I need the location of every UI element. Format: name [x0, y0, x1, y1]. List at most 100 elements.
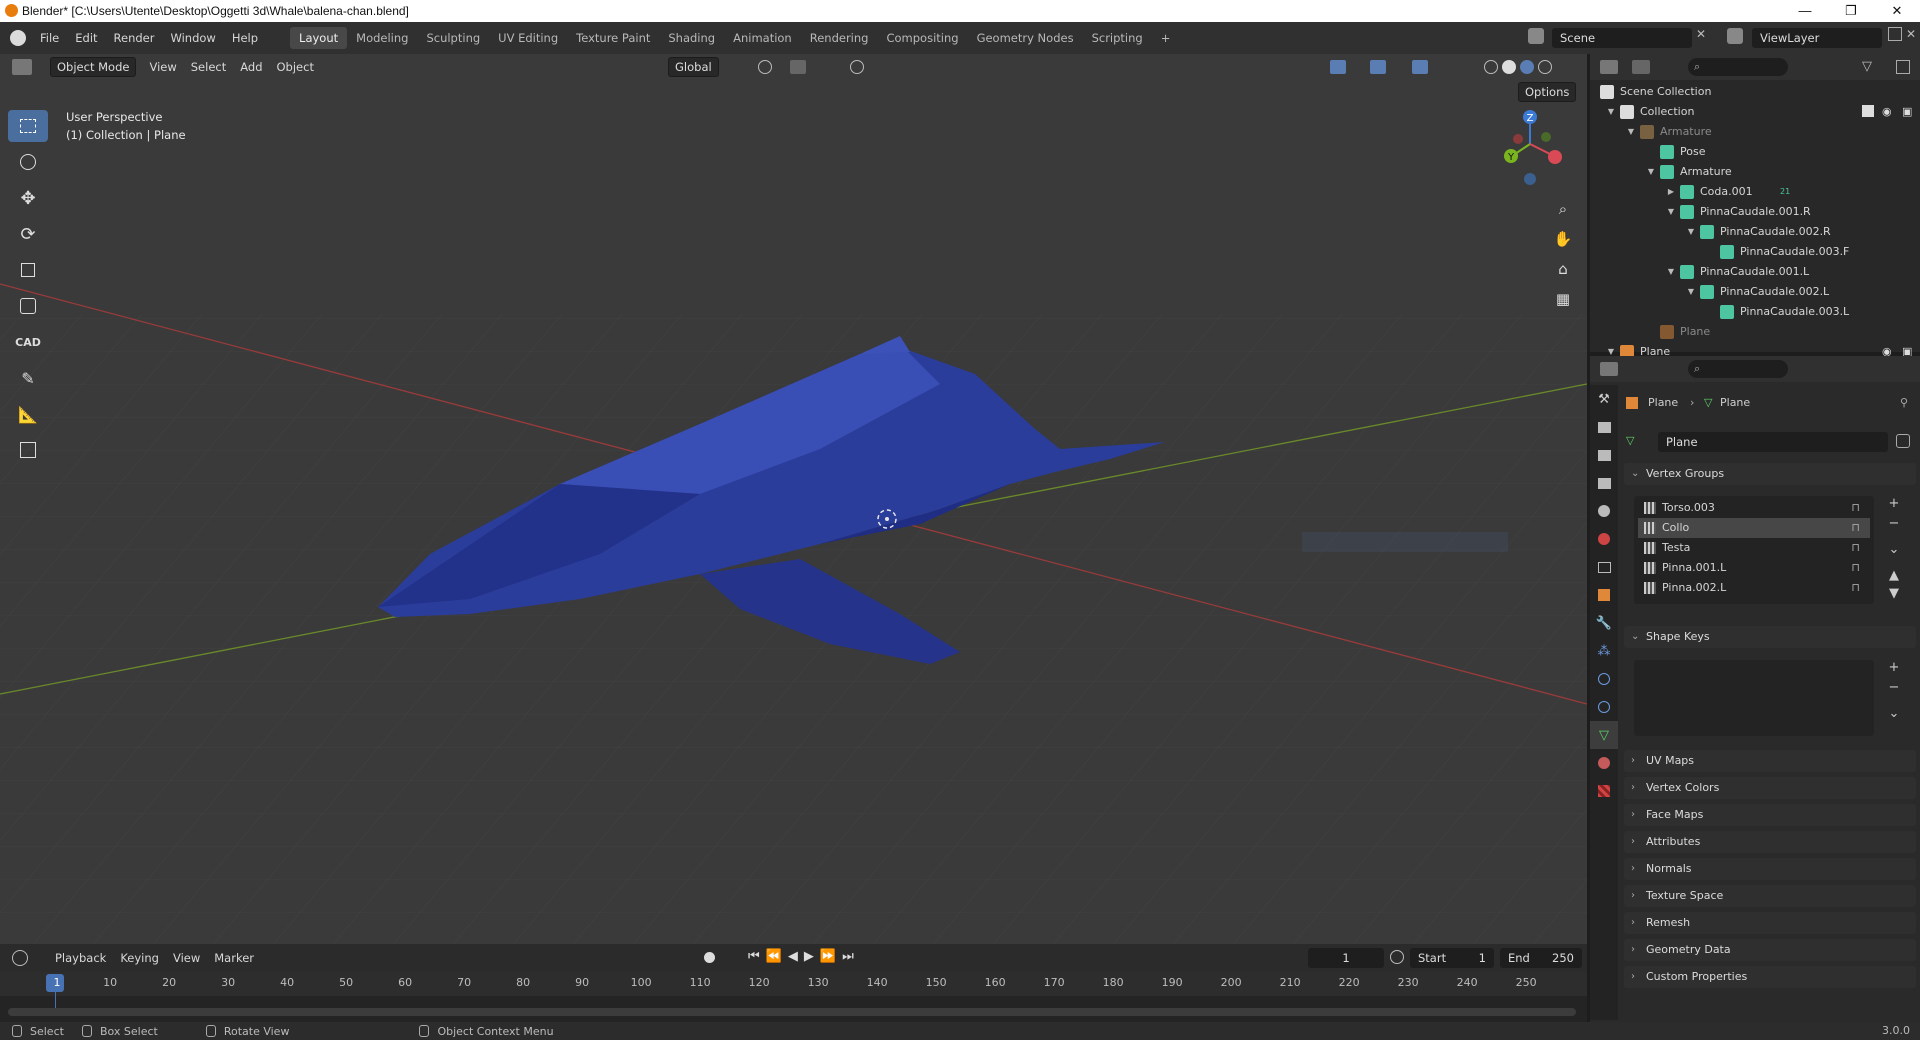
lock-icon[interactable]: ⊓ [1851, 578, 1860, 598]
visibility-icon[interactable] [1330, 60, 1346, 74]
gizmo-toggle-icon[interactable] [1370, 60, 1386, 74]
tab-layout[interactable]: Layout [290, 27, 348, 49]
material-properties-tab[interactable] [1590, 749, 1618, 777]
display-mode-icon[interactable] [1632, 60, 1650, 74]
vertex-group-row[interactable]: Testa ⊓ [1638, 538, 1870, 558]
collapsed-panel-header[interactable]: › Face Maps [1624, 804, 1916, 826]
add-cube-tool-icon[interactable] [8, 434, 48, 466]
add-workspace-button[interactable]: + [1152, 27, 1180, 49]
scene-icon[interactable] [1528, 28, 1544, 44]
mesh-browse-icon[interactable]: ▽ [1626, 434, 1634, 447]
pin-icon[interactable]: ⚲ [1900, 396, 1908, 409]
tab-animation[interactable]: Animation [724, 27, 801, 49]
outliner-row[interactable]: PinnaCaudale.003.L [1590, 302, 1920, 322]
collapsed-panel-header[interactable]: › Vertex Colors [1624, 777, 1916, 799]
lock-icon[interactable]: ⊓ [1851, 498, 1860, 518]
tab-sculpting[interactable]: Sculpting [417, 27, 489, 49]
physics-properties-tab[interactable] [1590, 665, 1618, 693]
viewport-menu-select[interactable]: Select [184, 60, 233, 74]
camera-view-icon[interactable]: ⌂ [1552, 260, 1574, 290]
exclude-checkbox[interactable] [1862, 105, 1874, 117]
collapsed-panel-header[interactable]: › Texture Space [1624, 885, 1916, 907]
expand-arrow-icon[interactable]: ▼ [1666, 262, 1676, 282]
timeline-menu-keying[interactable]: Keying [113, 951, 166, 965]
end-frame-field[interactable]: End 250 [1500, 948, 1582, 968]
close-button[interactable]: ✕ [1874, 0, 1920, 22]
expand-arrow-icon[interactable]: ▼ [1626, 122, 1636, 142]
outliner-editor-type-icon[interactable] [1600, 60, 1618, 74]
tab-uv-editing[interactable]: UV Editing [489, 27, 567, 49]
material-shading-icon[interactable] [1520, 60, 1534, 74]
outliner-row[interactable]: Scene Collection [1590, 82, 1920, 102]
mesh-name-field[interactable]: Plane [1658, 432, 1888, 452]
modifier-properties-tab[interactable]: 🔧 [1590, 609, 1618, 637]
fake-user-icon[interactable] [1896, 434, 1910, 448]
expand-arrow-icon[interactable]: ▼ [1686, 222, 1696, 242]
tab-geometry-nodes[interactable]: Geometry Nodes [968, 27, 1083, 49]
view-layer-field[interactable]: ViewLayer [1752, 28, 1882, 48]
zoom-icon[interactable]: ⌕ [1552, 200, 1574, 230]
collapsed-panel-header[interactable]: › UV Maps [1624, 750, 1916, 772]
outliner-row[interactable]: ▼ PinnaCaudale.001.R [1590, 202, 1920, 222]
move-tool-icon[interactable]: ✥ [8, 182, 48, 214]
world-properties-tab[interactable] [1590, 525, 1618, 553]
outliner-row[interactable]: PinnaCaudale.003.F [1590, 242, 1920, 262]
3d-viewport[interactable]: Z Y ⌕ ✋ ⌂ ▦ User Perspective (1) Collect… [0, 54, 1587, 944]
timeline-menu-playback[interactable]: Playback [48, 951, 113, 965]
viewport-menu-add[interactable]: Add [233, 60, 269, 74]
outliner-row[interactable]: ▼ Armature [1590, 162, 1920, 182]
properties-editor-type-icon[interactable] [1600, 362, 1618, 376]
tab-modeling[interactable]: Modeling [347, 27, 417, 49]
close-scene-icon[interactable]: ✕ [1696, 27, 1706, 41]
outliner-row[interactable]: ▶ Coda.001 21 [1590, 182, 1920, 202]
properties-search-input[interactable]: ⌕ [1688, 360, 1788, 378]
playback-controls[interactable]: ⏮⏪◀▶⏩⏭ [748, 949, 860, 964]
outliner-row[interactable]: Pose [1590, 142, 1920, 162]
add-shape-key-button[interactable]: + [1884, 658, 1904, 678]
preview-range-icon[interactable] [1390, 950, 1404, 964]
collapsed-panel-header[interactable]: › Attributes [1624, 831, 1916, 853]
collapsed-panel-header[interactable]: › Normals [1624, 858, 1916, 880]
particles-properties-tab[interactable]: ⁂ [1590, 637, 1618, 665]
expand-arrow-icon[interactable]: ▼ [1606, 102, 1616, 122]
vertex-group-row[interactable]: Pinna.001.L ⊓ [1638, 558, 1870, 578]
perspective-grid-icon[interactable]: ▦ [1552, 290, 1574, 320]
object-properties-tab[interactable] [1590, 581, 1618, 609]
outliner-row[interactable]: ▼ Armature [1590, 122, 1920, 142]
tool-properties-tab[interactable]: ⚒ [1590, 385, 1618, 413]
tab-rendering[interactable]: Rendering [801, 27, 878, 49]
collapsed-panel-header[interactable]: › Remesh [1624, 912, 1916, 934]
viewport-menu-view[interactable]: View [142, 60, 183, 74]
menu-file[interactable]: File [32, 31, 67, 45]
vertex-group-row[interactable]: Pinna.002.L ⊓ [1638, 578, 1870, 598]
menu-edit[interactable]: Edit [67, 31, 105, 45]
move-down-button[interactable]: ▼ [1884, 584, 1904, 604]
blender-menu-icon[interactable] [10, 30, 26, 46]
outliner-row[interactable]: ▼ PinnaCaudale.002.R [1590, 222, 1920, 242]
menu-render[interactable]: Render [106, 31, 163, 45]
transform-tool-icon[interactable] [8, 290, 48, 322]
options-dropdown[interactable]: Options [1518, 82, 1577, 102]
viewport-menu-object[interactable]: Object [270, 60, 321, 74]
maximize-button[interactable]: ❐ [1828, 0, 1874, 22]
overlays-toggle-icon[interactable] [1412, 60, 1428, 74]
shape-key-specials-button[interactable]: ⌄ [1884, 704, 1904, 724]
scene-field[interactable]: Scene [1552, 28, 1692, 48]
outliner-search-input[interactable]: ⌕ [1688, 58, 1788, 76]
close-view-layer-icon[interactable]: ✕ [1906, 27, 1916, 41]
annotate-tool-icon[interactable]: ✎ [8, 362, 48, 394]
timeline-menu-marker[interactable]: Marker [207, 951, 261, 965]
timeline-ruler[interactable]: 1 10 20 30 40 50 60 70 80 90 100 110 120 130 140 150 160… [0, 972, 1587, 1016]
rendered-shading-icon[interactable] [1538, 60, 1552, 74]
snap-icon[interactable] [790, 60, 806, 74]
cad-tool-icon[interactable]: CAD [8, 326, 48, 358]
scene-properties-tab[interactable] [1590, 497, 1618, 525]
scale-tool-icon[interactable] [8, 254, 48, 286]
shape-keys-panel-header[interactable]: ⌄ Shape Keys [1624, 626, 1916, 648]
vertex-group-row[interactable]: Collo ⊓ [1638, 518, 1870, 538]
shape-keys-list[interactable] [1634, 660, 1874, 736]
texture-properties-tab[interactable] [1590, 777, 1618, 805]
tab-scripting[interactable]: Scripting [1083, 27, 1152, 49]
vertex-groups-panel-header[interactable]: ⌄ Vertex Groups [1624, 463, 1916, 485]
collection-properties-tab[interactable] [1590, 553, 1618, 581]
